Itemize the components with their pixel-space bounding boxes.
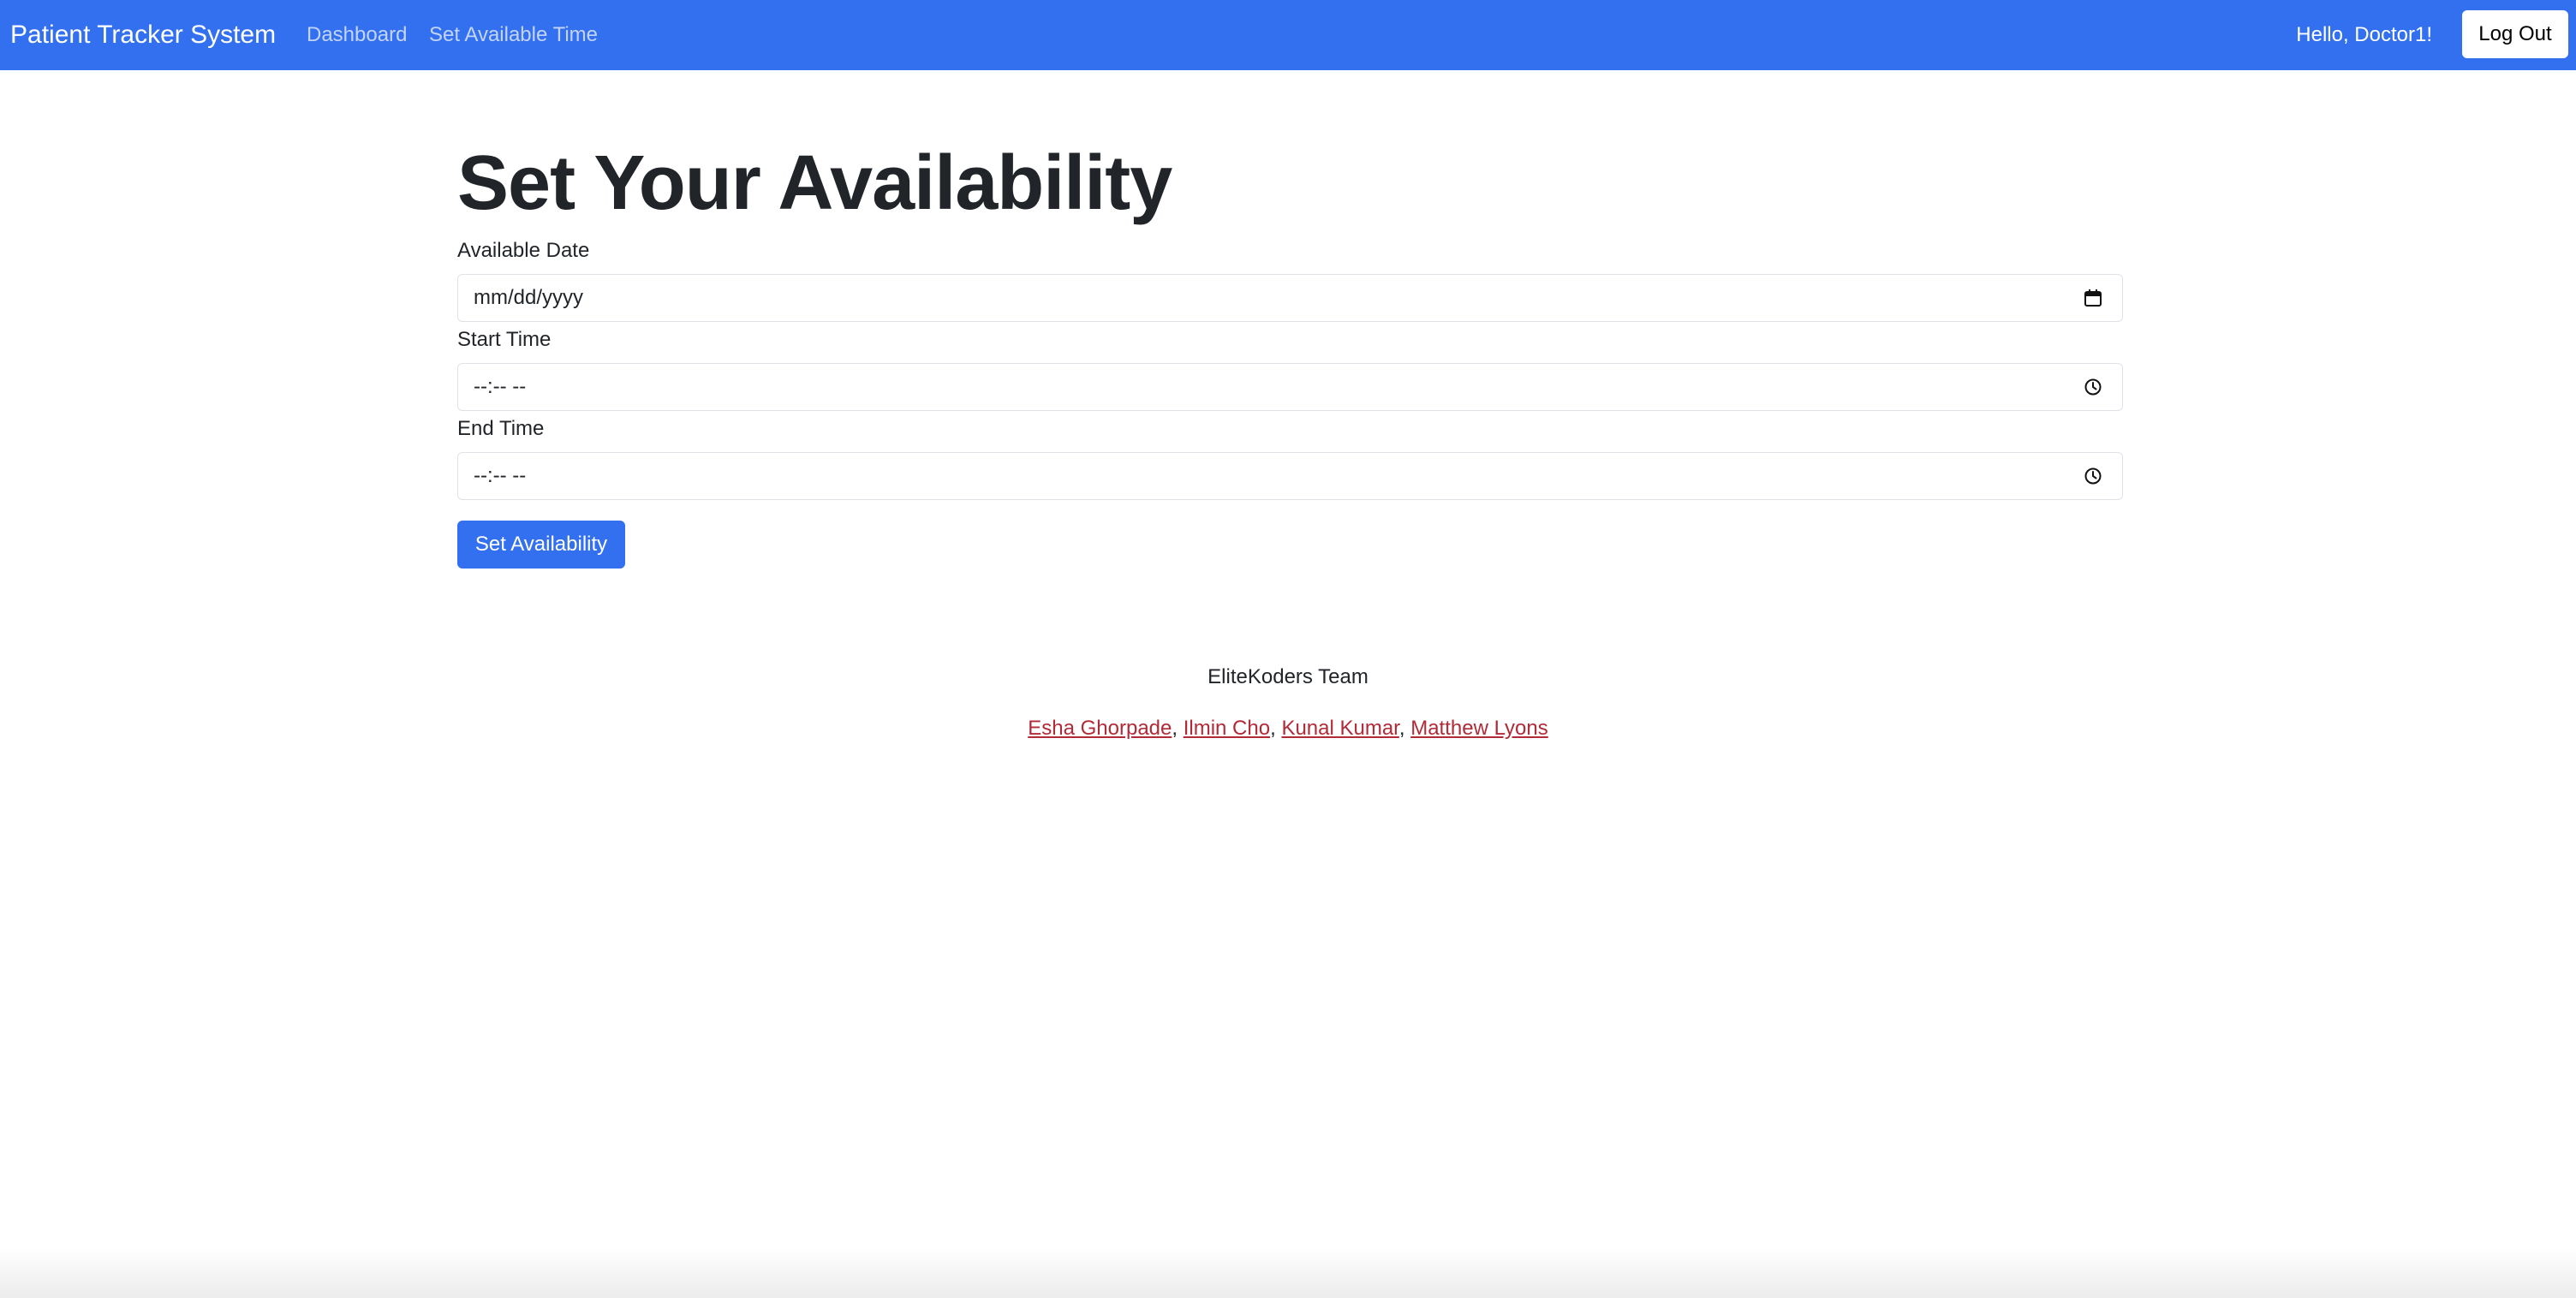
start-time-placeholder: --:-- -- xyxy=(474,375,527,398)
clock-icon[interactable] xyxy=(2083,466,2103,486)
member-link-kunal-kumar[interactable]: Kunal Kumar xyxy=(1281,717,1398,740)
start-time-input[interactable]: --:-- -- xyxy=(457,363,2123,411)
member-separator: , xyxy=(1398,717,1411,740)
window-bottom-shadow xyxy=(0,1247,2576,1298)
member-link-esha-ghorpade[interactable]: Esha Ghorpade xyxy=(1028,717,1172,740)
logout-button[interactable]: Log Out xyxy=(2462,10,2568,58)
team-name: EliteKoders Team xyxy=(1208,665,1368,688)
calendar-icon[interactable] xyxy=(2083,288,2103,308)
page-title: Set Your Availability xyxy=(457,140,1172,226)
brand-link[interactable]: Patient Tracker System xyxy=(10,18,276,52)
end-time-label: End Time xyxy=(457,417,545,440)
clock-icon[interactable] xyxy=(2083,377,2103,397)
available-date-label: Available Date xyxy=(457,239,590,262)
start-time-label: Start Time xyxy=(457,328,552,351)
user-greeting: Hello, Doctor1! xyxy=(2296,23,2432,46)
member-separator: , xyxy=(1172,717,1184,740)
set-availability-button[interactable]: Set Availability xyxy=(457,521,625,569)
nav-link-dashboard[interactable]: Dashboard xyxy=(307,21,407,50)
member-separator: , xyxy=(1270,717,1282,740)
member-link-matthew-lyons[interactable]: Matthew Lyons xyxy=(1410,717,1548,740)
nav-link-set-available-time[interactable]: Set Available Time xyxy=(429,21,598,50)
end-time-input[interactable]: --:-- -- xyxy=(457,452,2123,500)
available-date-placeholder: mm/dd/yyyy xyxy=(474,286,584,309)
team-members: Esha Ghorpade, Ilmin Cho, Kunal Kumar, M… xyxy=(0,714,2576,743)
available-date-input[interactable]: mm/dd/yyyy xyxy=(457,274,2123,322)
top-navbar: Patient Tracker System Dashboard Set Ava… xyxy=(0,0,2576,70)
footer: EliteKoders Team Esha Ghorpade, Ilmin Ch… xyxy=(0,663,2576,743)
end-time-placeholder: --:-- -- xyxy=(474,464,527,487)
member-link-ilmin-cho[interactable]: Ilmin Cho xyxy=(1184,717,1270,740)
